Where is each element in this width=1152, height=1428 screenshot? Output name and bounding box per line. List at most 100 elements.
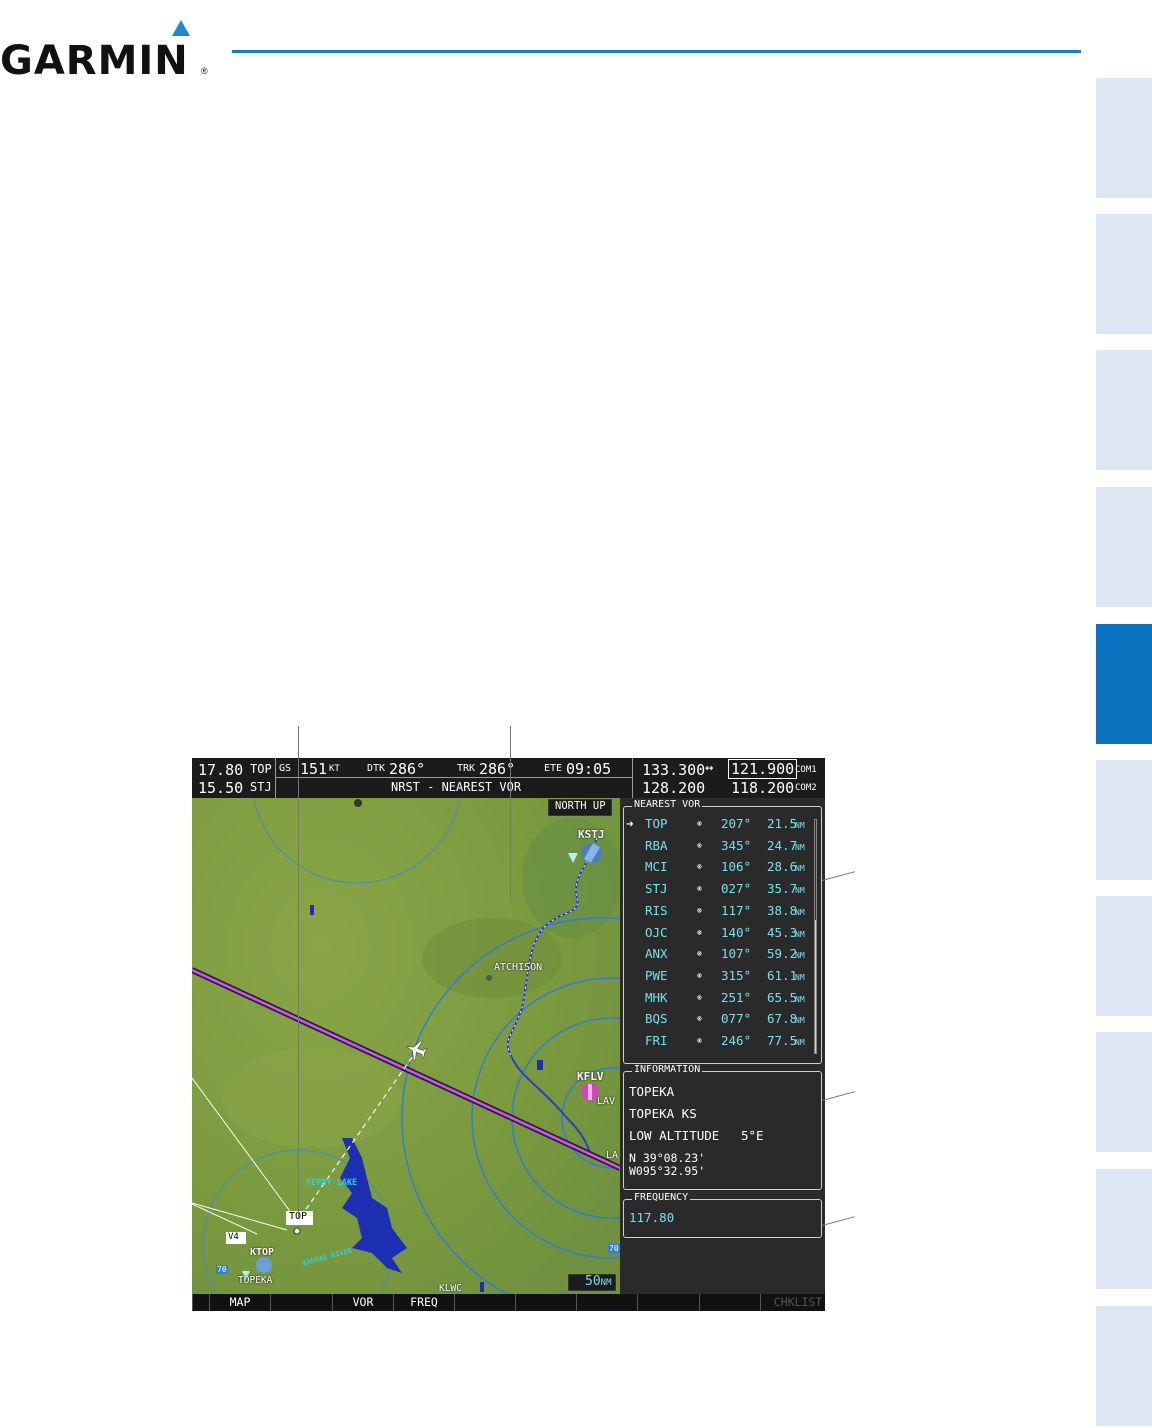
vor-row-stj[interactable]: STJ ⊛ 027° 35.7 NM (624, 878, 814, 900)
softkey-blank-9[interactable] (699, 1294, 760, 1311)
kstj-label: KSTJ (578, 828, 605, 841)
information-title: INFORMATION (632, 1064, 703, 1075)
vor-symbol-icon: ⊛ (697, 992, 702, 1002)
section-tab-2[interactable] (1096, 214, 1152, 334)
frequency-box: FREQUENCY 117.80 (623, 1192, 822, 1238)
softkey-blank-2[interactable] (270, 1294, 332, 1311)
vor-city: TOPEKA KS (629, 1106, 697, 1121)
vor-symbol-icon: ⊛ (697, 970, 702, 980)
vor-distance-unit: NM (795, 1038, 805, 1047)
top-vor-icon (293, 1227, 301, 1235)
vor-list-scrollbar[interactable] (814, 819, 817, 1054)
section-tab-10[interactable] (1096, 1306, 1152, 1426)
vor-row-ris[interactable]: RIS ⊛ 117° 38.8 NM (624, 900, 814, 922)
vor-distance: 28.6 (767, 859, 798, 875)
nav1-freq[interactable]: 17.80 (198, 761, 243, 779)
vor-row-ojc[interactable]: OJC ⊛ 140° 45.3 NM (624, 922, 814, 944)
page-title: NRST - NEAREST VOR (391, 780, 522, 794)
vor-bearing: 207° (721, 816, 752, 831)
vor-bearing: 106° (721, 859, 752, 875)
softkey-blank-7[interactable] (576, 1294, 637, 1311)
dtk-value: 286° (389, 760, 426, 778)
lav-label: LAV (597, 1096, 616, 1107)
vor-symbol-icon: ⊛ (697, 1036, 702, 1045)
gs-value: 151 (300, 760, 328, 778)
vor-row-fri[interactable]: FRI ⊛ 246° 77.5 NM (624, 1030, 814, 1052)
vor-id: MHK (645, 989, 668, 1005)
vor-row-mhk[interactable]: MHK ⊛ 251° 65.5 NM (624, 987, 814, 1009)
section-tab-9[interactable] (1096, 1169, 1152, 1289)
vor-id: OJC (645, 924, 668, 940)
frequency-title: FREQUENCY (632, 1192, 691, 1203)
selection-arrow-icon: ➜ (626, 816, 634, 831)
section-tab-5-active[interactable] (1096, 624, 1152, 744)
section-tab-4[interactable] (1096, 487, 1152, 607)
vor-distance: 21.5 (767, 816, 798, 831)
section-tab-6[interactable] (1096, 760, 1152, 880)
section-tab-7[interactable] (1096, 896, 1152, 1016)
nav2-freq[interactable]: 15.50 (198, 779, 243, 797)
vor-row-bqs[interactable]: BQS ⊛ 077° 67.8 NM (624, 1008, 814, 1030)
vor-symbol-icon: ⊛ (697, 905, 702, 915)
section-tab-1[interactable] (1096, 78, 1152, 198)
section-tab-8[interactable] (1096, 1032, 1152, 1152)
vor-distance: 67.8 (767, 1011, 798, 1027)
softkey-blank-5[interactable] (454, 1294, 515, 1311)
navigation-map[interactable]: NORTH UP 50NM KSTJ ATCHISON KFLV LAV LA … (192, 798, 620, 1294)
vor-row-anx[interactable]: ANX ⊛ 107° 59.2 NM (624, 943, 814, 965)
softkey-blank-8[interactable] (637, 1294, 699, 1311)
section-tab-3[interactable] (1096, 350, 1152, 470)
vor-id: MCI (645, 859, 668, 875)
vor-id: ANX (645, 946, 668, 962)
trk-label: TRK (457, 763, 476, 774)
com1-standby[interactable]: 121.900 (728, 759, 798, 779)
vor-row-rba[interactable]: RBA ⊛ 345° 24.7 NM (624, 835, 814, 857)
vor-distance-unit: NM (795, 929, 805, 939)
kstj-airport-icon (582, 843, 602, 863)
softkey-chklist[interactable]: CHKLIST (760, 1294, 825, 1311)
vor-row-mci[interactable]: MCI ⊛ 106° 28.6 NM (624, 856, 814, 878)
swap-arrow-icon[interactable]: ↔ (705, 760, 713, 776)
vor-symbol-icon: ⊛ (697, 927, 702, 937)
map-canvas[interactable] (192, 798, 620, 1294)
atchison-dot (486, 975, 492, 981)
vor-list: ➜ TOP ⊛ 207° 21.5 NM RBA ⊛ 345° 24.7 NM MCI ⊛ 106° 28.… (624, 813, 814, 1058)
callout-line-5 (821, 1216, 855, 1226)
vor-symbol-icon: ⊛ (697, 840, 702, 850)
softkey-freq[interactable]: FREQ (393, 1294, 454, 1311)
vor-symbol-icon: ⊛ (697, 862, 702, 872)
vor-distance-unit: NM (795, 1016, 805, 1026)
vor-row-pwe[interactable]: PWE ⊛ 315° 61.1 NM (624, 965, 814, 987)
com1-active[interactable]: 133.300 (642, 761, 705, 779)
softkey-blank-6[interactable] (515, 1294, 576, 1311)
vor-bearing: 107° (721, 946, 752, 962)
callout-line-4 (821, 1091, 855, 1101)
orientation-label[interactable]: NORTH UP (555, 800, 606, 812)
vor-name: TOPEKA (629, 1084, 675, 1099)
gs-unit: KT (329, 764, 340, 774)
ete-label: ETE (544, 763, 563, 774)
vor-row-top[interactable]: ➜ TOP ⊛ 207° 21.5 NM (624, 813, 814, 835)
map-range[interactable]: 50NM (585, 1274, 612, 1289)
ktop-label: KTOP (250, 1247, 275, 1258)
vor-bearing: 027° (721, 881, 752, 897)
water-body (537, 1060, 543, 1070)
atchison-label: ATCHISON (494, 962, 543, 973)
scroll-thumb[interactable] (815, 920, 816, 1053)
dtk-label: DTK (367, 763, 386, 774)
water-body (310, 905, 314, 915)
vor-distance: 38.8 (767, 902, 798, 918)
vor-distance: 45.3 (767, 924, 798, 940)
softkey-vor[interactable]: VOR (332, 1294, 393, 1311)
nav2-id: STJ (250, 780, 272, 794)
softkey-map[interactable]: MAP (209, 1294, 270, 1311)
vor-magvar: 5°E (741, 1128, 764, 1143)
vor-bearing: 117° (721, 902, 752, 918)
vor-bearing: 140° (721, 924, 752, 940)
softkey-blank-0[interactable] (192, 1294, 209, 1311)
com2-active[interactable]: 128.200 (642, 779, 705, 797)
klwc-label: KLWC (439, 1283, 462, 1294)
vor-frequency[interactable]: 117.80 (629, 1210, 674, 1225)
com2-standby[interactable]: 118.200 (731, 779, 794, 797)
vor-id: TOP (645, 816, 668, 831)
